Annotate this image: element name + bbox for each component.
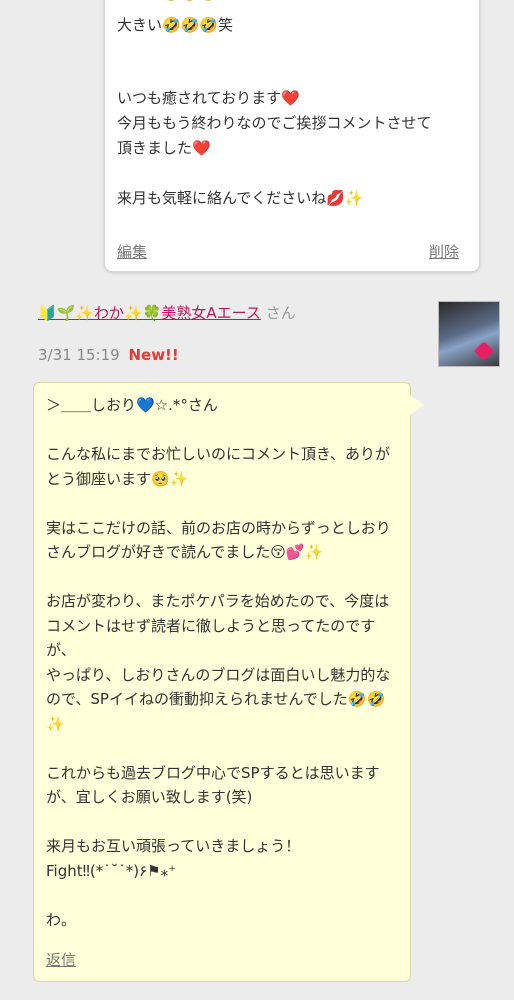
- author-honorific: さん: [265, 304, 296, 322]
- edit-link[interactable]: 編集: [117, 241, 147, 262]
- reply-link[interactable]: 返信: [46, 949, 76, 970]
- author-name: 美熟女Aエース: [161, 304, 261, 322]
- timestamp: 3/31 15:19: [38, 346, 120, 364]
- avatar[interactable]: [438, 301, 500, 367]
- bubble-tail: [410, 395, 424, 415]
- heart-icon: [474, 341, 494, 361]
- author-prefix-emoji: 🔰🌱✨わか✨🍀: [38, 304, 162, 322]
- author-name-link[interactable]: 🔰🌱✨わか✨🍀美熟女Aエース: [38, 304, 261, 322]
- comment-cut-line: ・・・🤣🤣🤣: [117, 0, 218, 5]
- reply-bubble: ＞＿＿しおり💙☆.*°さん こんな私にまでお忙しいのにコメント頂き、ありがとう御…: [33, 382, 424, 982]
- new-badge: New!!: [128, 346, 179, 364]
- comment-meta: 3/31 15:19 New!!: [38, 346, 179, 364]
- comment-line: 来月も気軽に絡んでくださいね💋✨: [117, 189, 364, 207]
- previous-comment-card: ・・・🤣🤣🤣 大きい🤣🤣🤣笑 いつも癒されております❤️ 今月ももう終わりなので…: [104, 0, 480, 272]
- comment-line: 頂きました❤️: [117, 139, 211, 157]
- comment-line: 今月ももう終わりなのでご挨拶コメントさせて: [117, 114, 432, 132]
- reply-body-text: ＞＿＿しおり💙☆.*°さん こんな私にまでお忙しいのにコメント頂き、ありがとう御…: [46, 396, 391, 929]
- comment-author: 🔰🌱✨わか✨🍀美熟女Aエース さん: [38, 300, 428, 326]
- delete-link[interactable]: 削除: [429, 241, 459, 262]
- comment-line: いつも癒されております❤️: [117, 89, 300, 107]
- comment-line: 大きい🤣🤣🤣笑: [117, 16, 234, 34]
